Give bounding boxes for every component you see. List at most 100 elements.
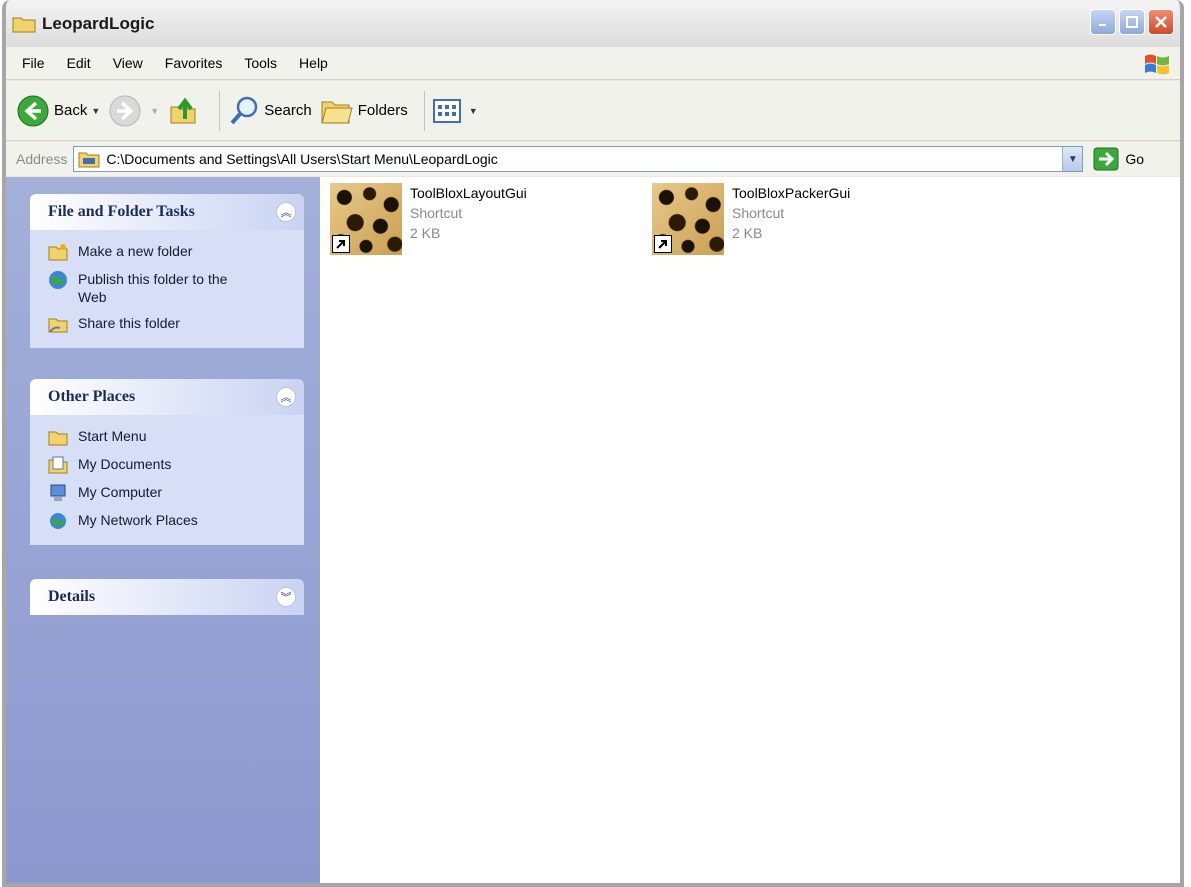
task-label: Make a new folder — [78, 243, 193, 259]
menu-file[interactable]: File — [22, 55, 45, 71]
explorer-window: LeopardLogic File Edit View Favorites To… — [2, 0, 1184, 887]
file-size: 2 KB — [410, 225, 441, 241]
up-folder-icon — [170, 97, 196, 123]
folders-label: Folders — [357, 102, 408, 119]
file-type: Shortcut — [732, 205, 785, 221]
place-label: My Network Places — [78, 512, 198, 528]
address-bar: Address C:\Documents and Settings\All Us… — [6, 142, 1180, 176]
windows-logo-icon — [1145, 54, 1169, 75]
go-arrow-icon — [1093, 147, 1119, 171]
panel-title: File and Folder Tasks — [48, 203, 195, 220]
file-size: 2 KB — [732, 225, 763, 241]
window-controls — [1090, 9, 1174, 35]
back-button[interactable]: Back ▼ — [16, 94, 100, 128]
place-my-network-places[interactable]: My Network Places — [48, 507, 304, 535]
file-item[interactable]: ToolBloxPackerGui Shortcut 2 KB — [652, 183, 850, 255]
details-header[interactable]: Details ︾ — [30, 579, 304, 615]
go-button[interactable]: Go — [1093, 147, 1144, 171]
forward-dropdown-icon[interactable]: ▼ — [150, 106, 159, 116]
back-arrow-icon — [17, 95, 49, 126]
file-folder-tasks-header[interactable]: File and Folder Tasks ︽ — [30, 194, 304, 230]
other-places-header[interactable]: Other Places ︽ — [30, 379, 304, 415]
close-button[interactable] — [1148, 9, 1174, 35]
file-name: ToolBloxPackerGui — [732, 185, 851, 201]
address-dropdown-button[interactable]: ▼ — [1062, 147, 1083, 171]
place-start-menu[interactable]: Start Menu — [48, 423, 304, 451]
maximize-icon — [1126, 16, 1138, 28]
file-item[interactable]: ToolBloxLayoutGui Shortcut 2 KB — [330, 183, 527, 255]
task-label: Share this folder — [78, 315, 180, 331]
my-computer-icon — [50, 484, 66, 501]
go-label: Go — [1125, 151, 1145, 167]
folder-icon — [12, 17, 36, 32]
place-label: My Documents — [78, 456, 172, 472]
other-places-body: Start Menu My Documents My Computer My N… — [30, 415, 304, 545]
panel-title: Other Places — [48, 388, 136, 405]
network-places-icon — [50, 513, 66, 529]
title-bar[interactable]: LeopardLogic — [6, 0, 1180, 47]
task-pane: File and Folder Tasks ︽ Make a new folde… — [6, 177, 320, 883]
address-label: Address — [16, 151, 68, 167]
place-label: My Computer — [78, 484, 163, 500]
place-my-computer[interactable]: My Computer — [48, 479, 304, 507]
file-folder-tasks-panel: File and Folder Tasks ︽ Make a new folde… — [30, 194, 304, 348]
file-info: ToolBloxLayoutGui Shortcut 2 KB — [410, 183, 527, 255]
back-dropdown-icon[interactable]: ▼ — [91, 106, 100, 116]
menu-edit[interactable]: Edit — [67, 55, 91, 71]
new-folder-icon — [48, 244, 68, 261]
menu-favorites[interactable]: Favorites — [165, 55, 223, 71]
up-folder-button[interactable] — [167, 95, 203, 127]
minimize-icon — [1099, 24, 1106, 26]
place-my-documents[interactable]: My Documents — [48, 451, 304, 479]
leopard-thumbnail — [652, 183, 724, 255]
place-label: Start Menu — [78, 428, 147, 444]
folders-icon — [321, 101, 353, 123]
maximize-button[interactable] — [1119, 9, 1145, 35]
address-path: C:\Documents and Settings\All Users\Star… — [106, 151, 498, 167]
forward-button[interactable]: ▼ — [108, 94, 159, 128]
task-publish-to-web[interactable]: Publish this folder to the Web — [48, 266, 304, 310]
task-label: Publish this folder to the Web — [78, 271, 228, 305]
file-type: Shortcut — [410, 205, 463, 221]
back-label: Back — [54, 102, 88, 119]
share-folder-icon — [48, 318, 68, 333]
file-name: ToolBloxLayoutGui — [410, 185, 527, 201]
toolbar-separator — [219, 90, 221, 131]
views-button[interactable]: ▼ — [432, 98, 478, 124]
collapse-chevron-icon[interactable]: ︽ — [276, 387, 296, 407]
folders-button[interactable]: Folders — [320, 96, 408, 126]
leopard-thumbnail — [330, 183, 402, 255]
folder-icon — [78, 152, 100, 168]
menu-tools[interactable]: Tools — [244, 55, 277, 71]
file-folder-tasks-body: Make a new folder Publish this folder to… — [30, 230, 304, 348]
forward-arrow-icon — [109, 95, 141, 126]
address-input[interactable]: C:\Documents and Settings\All Users\Star… — [73, 146, 1084, 172]
menu-view[interactable]: View — [113, 55, 143, 71]
views-dropdown-icon[interactable]: ▼ — [469, 106, 478, 116]
search-label: Search — [264, 102, 312, 119]
shortcut-arrow-icon — [332, 235, 350, 253]
menu-bar: File Edit View Favorites Tools Help — [6, 47, 1180, 80]
collapse-chevron-icon[interactable]: ︽ — [276, 202, 296, 222]
menu-help[interactable]: Help — [299, 55, 328, 71]
shortcut-arrow-icon — [654, 235, 672, 253]
standard-toolbar: Back ▼ ▼ Search Folders ▼ — [6, 81, 1180, 141]
details-panel: Details ︾ — [30, 579, 304, 615]
publish-web-icon — [49, 271, 67, 289]
minimize-button[interactable] — [1090, 9, 1116, 35]
views-icon — [432, 98, 461, 123]
task-share-folder[interactable]: Share this folder — [48, 310, 304, 338]
other-places-panel: Other Places ︽ Start Menu My Documents M… — [30, 379, 304, 545]
file-info: ToolBloxPackerGui Shortcut 2 KB — [732, 183, 850, 255]
close-icon — [1155, 16, 1167, 28]
search-button[interactable]: Search — [228, 95, 312, 127]
expand-chevron-icon[interactable]: ︾ — [276, 587, 296, 607]
folder-icon — [48, 431, 68, 446]
toolbar-separator — [423, 90, 425, 131]
my-documents-icon — [48, 456, 68, 474]
search-icon — [230, 96, 258, 124]
task-make-new-folder[interactable]: Make a new folder — [48, 238, 304, 266]
panel-title: Details — [48, 588, 96, 605]
file-list-view[interactable]: ToolBloxLayoutGui Shortcut 2 KB ToolBlox… — [320, 177, 1180, 883]
window-title: LeopardLogic — [42, 13, 155, 33]
